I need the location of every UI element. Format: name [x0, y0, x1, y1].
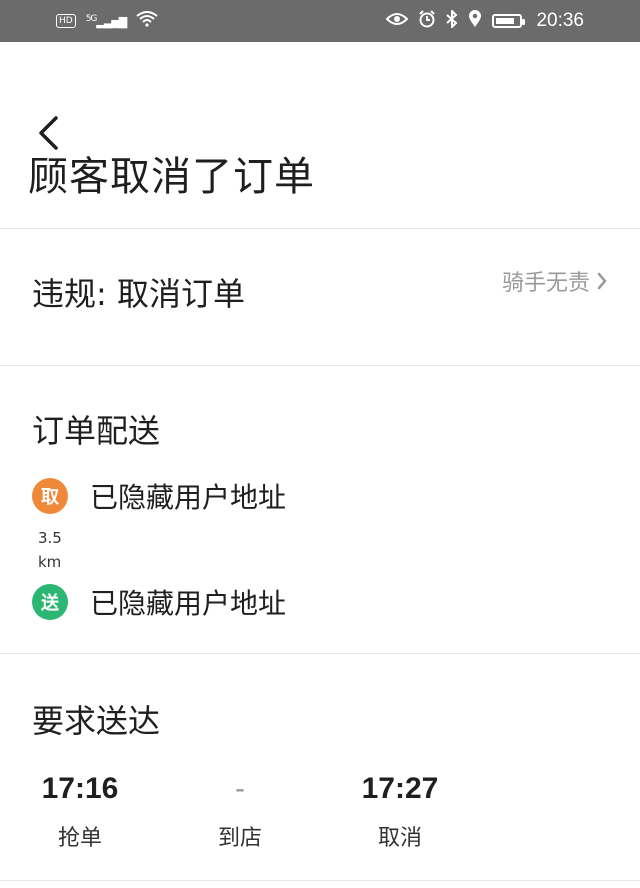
network-type: 5G — [85, 13, 98, 24]
cancel-time: 17:27 — [361, 772, 439, 805]
alarm-icon — [418, 10, 436, 32]
delivery-section: 订单配送 取 已隐藏用户地址 3.5 km 送 已隐藏用户地址 — [0, 366, 640, 654]
page-title: 顾客取消了订单 — [28, 154, 315, 200]
pickup-badge: 取 — [32, 478, 68, 514]
time-column-grab: 17:16 抢单 — [0, 772, 160, 852]
eye-icon — [386, 12, 409, 30]
delivery-title: 订单配送 — [32, 412, 161, 450]
bluetooth-icon — [446, 8, 458, 32]
rider-liability-label: 骑手无责 — [501, 271, 590, 296]
dropoff-address: 已隐藏用户地址 — [90, 587, 287, 620]
wifi-icon — [136, 11, 158, 31]
distance: 3.5 km — [38, 526, 62, 574]
location-icon — [468, 10, 482, 32]
arrive-time: - — [235, 772, 245, 805]
distance-value: 3.5 — [38, 529, 62, 547]
arrive-label: 到店 — [217, 826, 262, 851]
chevron-right-icon — [597, 272, 607, 290]
deadline-section: 要求送达 17:16 抢单 - 到店 17:27 取消 — [0, 654, 640, 881]
page-header: 顾客取消了订单 — [0, 42, 640, 229]
status-bar-right: 20:36 — [386, 8, 584, 32]
pickup-address: 已隐藏用户地址 — [90, 481, 287, 514]
status-bar-left: HD 5G▂▃▅▇ — [56, 11, 158, 31]
rider-liability-link[interactable]: 骑手无责 — [502, 265, 608, 297]
violation-section: 违规: 取消订单 骑手无责 — [0, 229, 640, 366]
grab-time: 17:16 — [41, 772, 119, 805]
deadline-title: 要求送达 — [32, 702, 161, 740]
status-time: 20:36 — [536, 10, 584, 31]
time-column-arrive: - 到店 — [160, 772, 320, 852]
pickup-stop: 取 已隐藏用户地址 — [32, 476, 286, 516]
battery-icon — [492, 14, 526, 28]
time-column-cancel: 17:27 取消 — [320, 772, 480, 852]
dropoff-badge: 送 — [32, 584, 68, 620]
status-bar: HD 5G▂▃▅▇ 20:36 — [0, 0, 640, 42]
dropoff-stop: 送 已隐藏用户地址 — [32, 582, 286, 622]
signal-icon: 5G▂▃▅▇ — [85, 13, 128, 29]
violation-text: 违规: 取消订单 — [32, 275, 245, 313]
grab-label: 抢单 — [57, 826, 102, 851]
cancel-label: 取消 — [377, 826, 422, 851]
distance-unit: km — [38, 553, 62, 571]
hd-icon: HD — [56, 14, 76, 28]
